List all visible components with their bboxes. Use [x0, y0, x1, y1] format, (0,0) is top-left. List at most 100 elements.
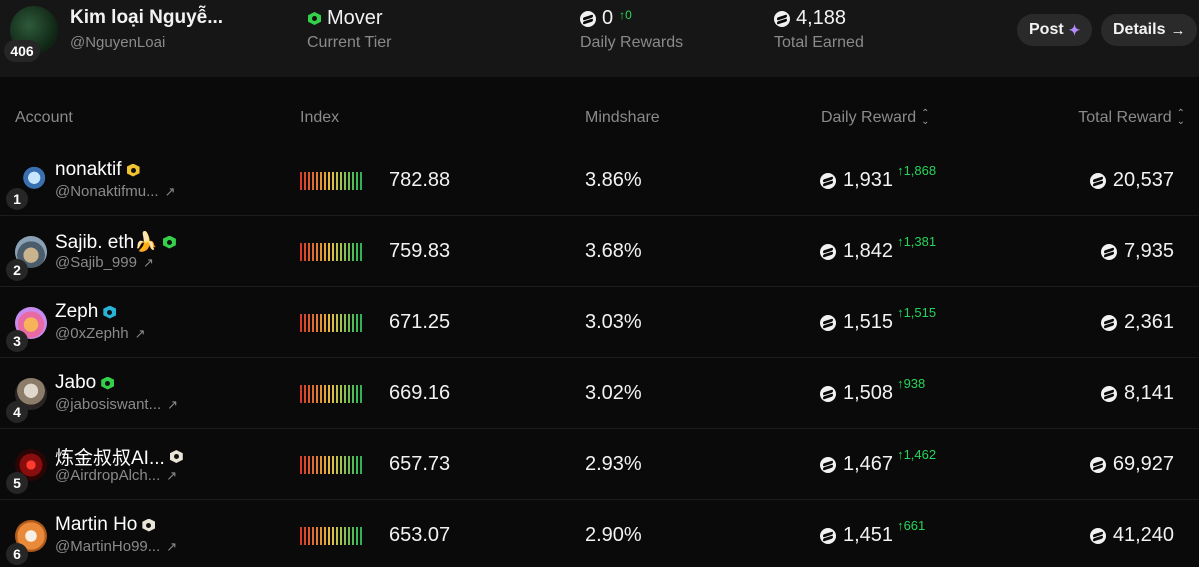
current-tier-label: Current Tier [307, 34, 392, 51]
daily-reward-value: 1,467 [843, 453, 894, 475]
external-link-icon: ↗ [142, 254, 154, 270]
column-header-daily-reward[interactable]: Daily Reward ⌃ ⌄ [821, 109, 930, 127]
index-bar-segment [340, 172, 342, 190]
index-bar-segment [328, 172, 330, 190]
account-handle-text: @0xZephh [55, 325, 129, 342]
token-icon [1089, 527, 1106, 544]
index-bar-segment [348, 527, 350, 545]
tier-badge-icon [103, 305, 117, 319]
external-link-icon: ↗ [167, 396, 179, 412]
daily-reward-delta: ↑1,515 [897, 305, 937, 320]
external-link-icon: ↗ [164, 183, 176, 199]
account-name[interactable]: Sajib. eth🍌 [55, 230, 176, 254]
external-link-icon: ↗ [134, 325, 146, 341]
index-bar-segment [352, 456, 354, 474]
daily-reward: 1,508 ↑938 [820, 376, 925, 405]
account-handle[interactable]: @Nonaktifmu... ↗ [55, 183, 176, 200]
index-bar-segment [336, 243, 338, 261]
table-row[interactable]: 5 炼金叔叔AI... @AirdropAlch... ↗ 657.73 2.9… [0, 429, 1199, 500]
account-handle[interactable]: @Sajib_999 ↗ [55, 254, 154, 271]
total-earned: 4,188 [774, 7, 846, 30]
account-name-text: nonaktif [55, 159, 122, 180]
account-handle[interactable]: @0xZephh ↗ [55, 325, 146, 342]
index-bar-segment [316, 314, 318, 332]
index-bar-segment [332, 314, 334, 332]
table-row[interactable]: 2 Sajib. eth🍌 @Sajib_999 ↗ 759.83 3.68% … [0, 216, 1199, 287]
tier-badge-icon [101, 376, 115, 390]
index-bar-segment [312, 385, 314, 403]
total-reward: 69,927 [1089, 453, 1174, 476]
index-bar-segment [328, 314, 330, 332]
index-meter [300, 243, 362, 261]
account-name[interactable]: Zeph [55, 301, 117, 323]
table-row[interactable]: 6 Martin Ho @MartinHo99... ↗ 653.07 2.90… [0, 500, 1199, 567]
rank-badge: 1 [6, 188, 28, 210]
account-name-text: Martin Ho [55, 514, 138, 535]
mindshare-value: 3.03% [585, 311, 642, 333]
index-bar-segment [356, 456, 358, 474]
index-bar-segment [360, 527, 362, 545]
current-user-handle[interactable]: @NguyenLoai [70, 34, 165, 51]
account-handle[interactable]: @jabosiswant... ↗ [55, 396, 178, 413]
account-handle[interactable]: @MartinHo99... ↗ [55, 538, 177, 555]
table-row[interactable]: 3 Zeph @0xZephh ↗ 671.25 3.03% 1,515 ↑1,… [0, 287, 1199, 358]
total-reward: 20,537 [1089, 169, 1174, 192]
account-name[interactable]: Martin Ho [55, 514, 156, 536]
post-button[interactable]: Post ✦ [1017, 14, 1093, 46]
daily-rewards-value: 0 [602, 7, 614, 29]
daily-reward-delta: ↑1,868 [897, 163, 937, 178]
external-link-icon: ↗ [166, 538, 178, 554]
current-user-name[interactable]: Kim loại Nguyễ... [70, 7, 223, 29]
daily-reward-value: 1,515 [843, 311, 894, 333]
index-bar-segment [304, 456, 306, 474]
index-bar-segment [308, 172, 310, 190]
account-name[interactable]: nonaktif [55, 159, 140, 181]
index-bar-segment [360, 314, 362, 332]
account-handle-text: @Sajib_999 [55, 254, 137, 271]
index-bar-segment [316, 172, 318, 190]
index-bar-segment [356, 243, 358, 261]
index-bar-segment [328, 456, 330, 474]
token-icon [580, 10, 596, 27]
total-reward-value: 8,141 [1123, 382, 1174, 404]
rank-badge: 6 [6, 543, 28, 565]
mindshare-value: 3.86% [585, 169, 642, 191]
index-value: 671.25 [389, 311, 451, 333]
index-bar-segment [320, 172, 322, 190]
index-bar-segment [328, 243, 330, 261]
index-bar-segment [300, 527, 302, 545]
index-bar-segment [320, 243, 322, 261]
table-row[interactable]: 1 nonaktif @Nonaktifmu... ↗ 782.88 3.86%… [0, 145, 1199, 216]
total-reward-value: 69,927 [1112, 453, 1174, 475]
column-header-total-reward[interactable]: Total Reward ⌃ ⌄ [1078, 109, 1185, 127]
table-row[interactable]: 4 Jabo @jabosiswant... ↗ 669.16 3.02% 1,… [0, 358, 1199, 429]
index-bar-segment [344, 385, 346, 403]
daily-reward-delta: ↑1,381 [897, 234, 937, 249]
details-button[interactable]: Details → [1101, 14, 1198, 46]
column-header-account: Account [15, 109, 73, 126]
daily-reward-delta: ↑938 [897, 376, 926, 391]
index-bar-segment [304, 172, 306, 190]
account-handle[interactable]: @AirdropAlch... ↗ [55, 467, 177, 484]
index-bar-segment [356, 314, 358, 332]
index-bar-segment [312, 314, 314, 332]
index-bar-segment [316, 243, 318, 261]
index-bar-segment [324, 172, 326, 190]
total-reward: 2,361 [1100, 311, 1174, 334]
account-name[interactable]: Jabo [55, 372, 115, 394]
rank-badge: 3 [6, 330, 28, 352]
index-bar-segment [348, 172, 350, 190]
account-name[interactable]: 炼金叔叔AI... [55, 443, 183, 470]
index-bar-segment [332, 243, 334, 261]
index-bar-segment [316, 385, 318, 403]
index-meter [300, 314, 362, 332]
index-value: 657.73 [389, 453, 451, 475]
index-bar-segment [348, 456, 350, 474]
total-reward-value: 2,361 [1123, 311, 1174, 333]
external-link-icon: ↗ [166, 467, 178, 483]
index-bar-segment [320, 385, 322, 403]
index-bar-segment [356, 385, 358, 403]
arrow-right-icon: → [1170, 21, 1186, 39]
index-bar-segment [340, 314, 342, 332]
daily-reward: 1,931 ↑1,868 [820, 163, 936, 192]
